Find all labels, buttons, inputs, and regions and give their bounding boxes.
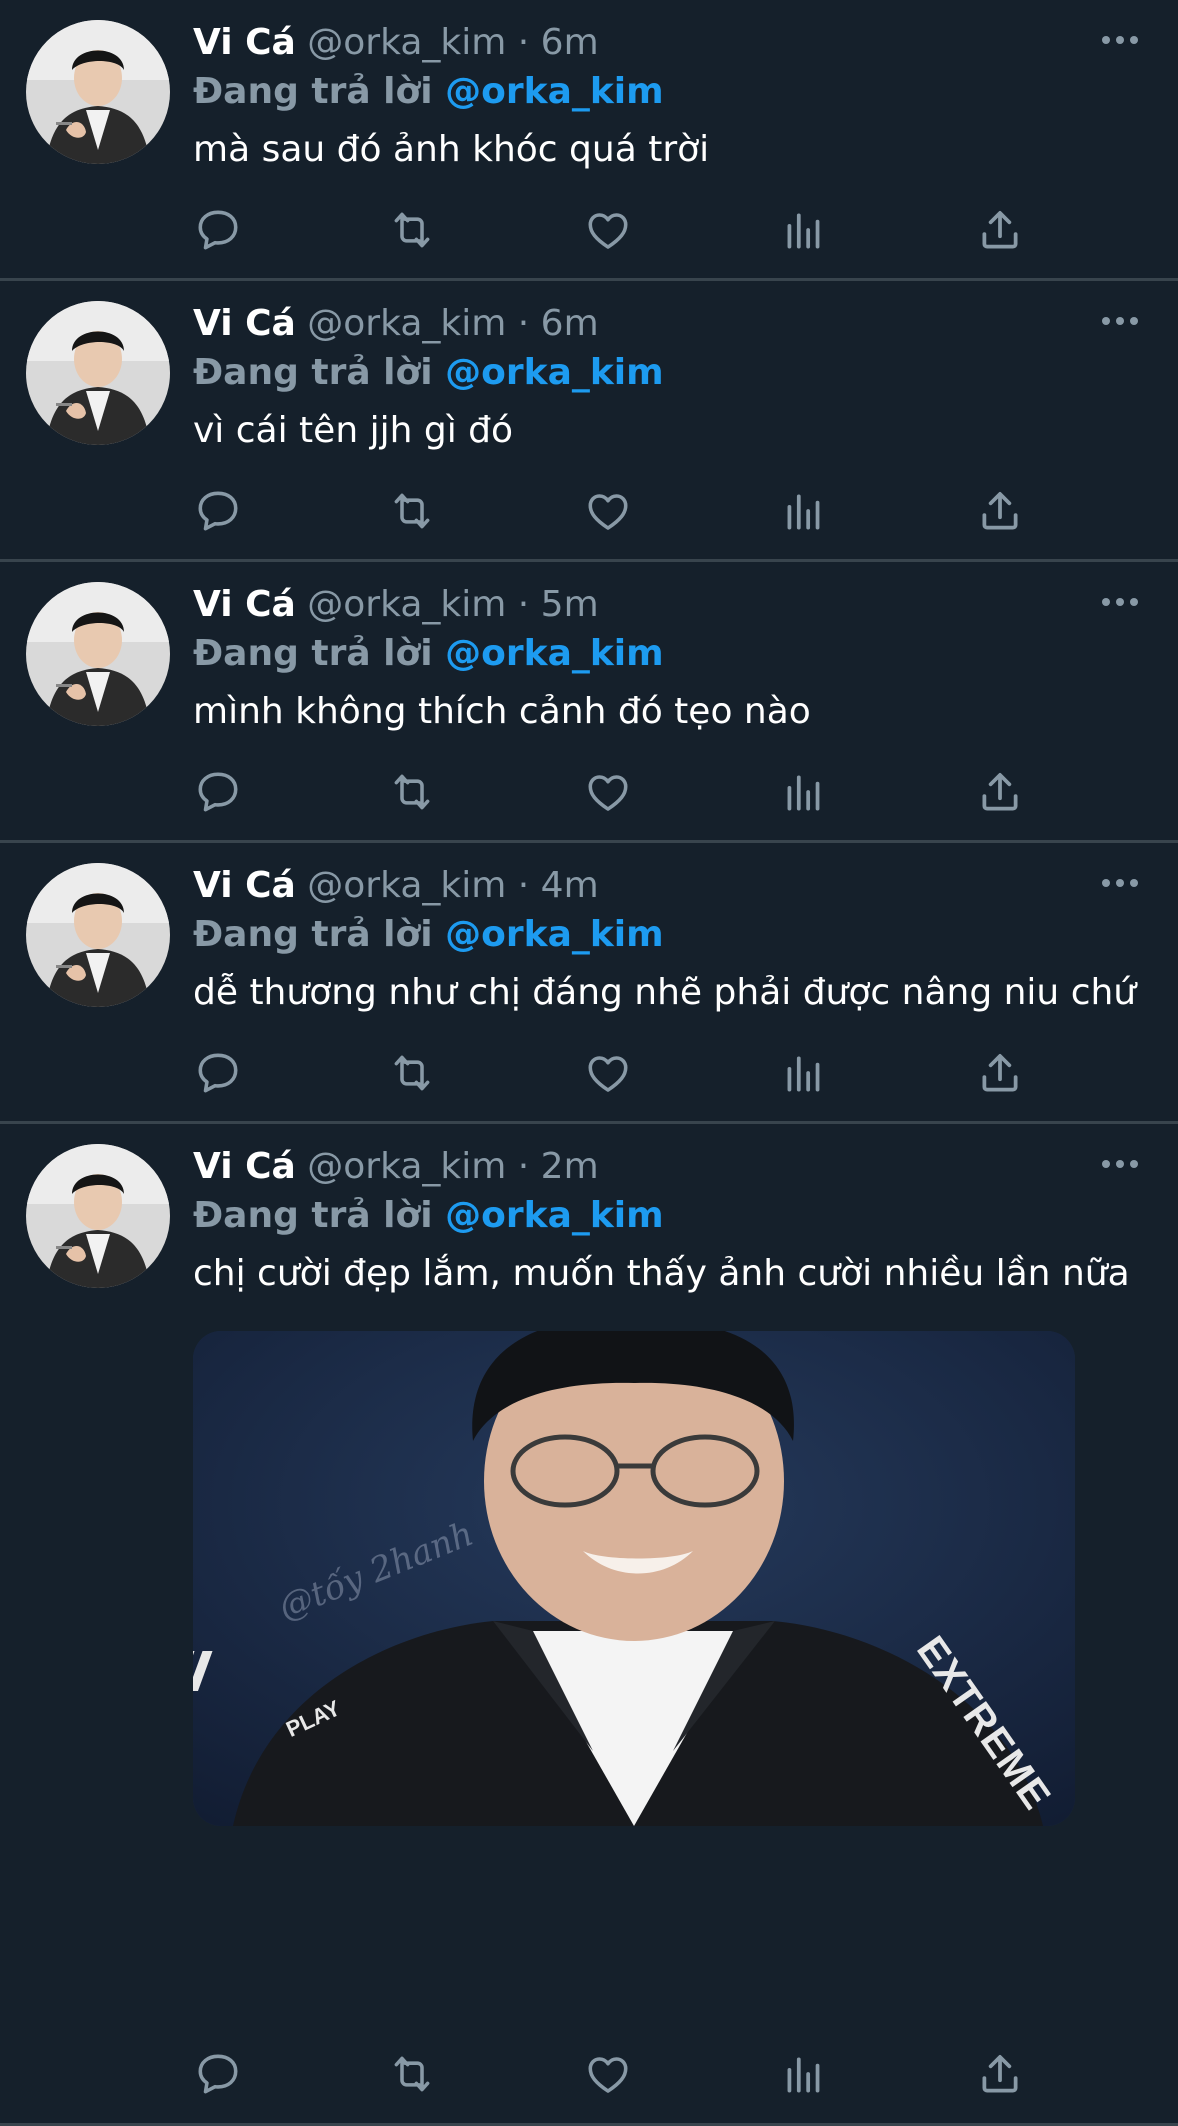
tweet-text: chị cười đẹp lắm, muốn thấy ảnh cười nhi… <box>193 1253 1130 1294</box>
tweet-content: Vi Cá @orka_kim · 6m Đang trả lời @orka_… <box>193 18 1138 176</box>
display-name[interactable]: Vi Cá <box>193 303 296 344</box>
reply-mention[interactable]: @orka_kim <box>445 1195 664 1236</box>
more-options-icon[interactable] <box>1100 311 1140 331</box>
handle[interactable]: @orka_kim <box>307 303 506 344</box>
like-icon[interactable] <box>583 767 633 817</box>
display-name[interactable]: Vi Cá <box>193 1146 296 1187</box>
reply-context: Đang trả lời @orka_kim <box>193 630 1138 678</box>
tweet-content: Vi Cá @orka_kim · 6m Đang trả lời @orka_… <box>193 299 1138 457</box>
reply-icon[interactable] <box>193 2049 243 2099</box>
timestamp[interactable]: 4m <box>541 865 599 906</box>
reply-prefix: Đang trả lời <box>193 1195 433 1236</box>
reply-icon[interactable] <box>193 205 243 255</box>
tweet[interactable]: Vi Cá @orka_kim · 4m Đang trả lời @orka_… <box>0 843 1178 1124</box>
tweet-header: Vi Cá @orka_kim · 6m <box>193 18 1138 68</box>
separator: · <box>517 865 530 906</box>
reply-mention[interactable]: @orka_kim <box>445 633 664 674</box>
tweet-content: Vi Cá @orka_kim · 4m Đang trả lời @orka_… <box>193 861 1138 1019</box>
like-icon[interactable] <box>583 2049 633 2099</box>
display-name[interactable]: Vi Cá <box>193 584 296 625</box>
share-icon[interactable] <box>975 1048 1025 1098</box>
retweet-icon[interactable] <box>387 486 437 536</box>
separator: · <box>517 303 530 344</box>
analytics-icon[interactable] <box>779 486 829 536</box>
tweet-actions <box>193 1048 1053 1098</box>
tweet-text: mà sau đó ảnh khóc quá trời <box>193 129 710 170</box>
reply-mention[interactable]: @orka_kim <box>445 71 664 112</box>
reply-context: Đang trả lời @orka_kim <box>193 68 1138 116</box>
more-options-icon[interactable] <box>1100 1154 1140 1174</box>
tweet-actions <box>193 205 1053 255</box>
reply-context: Đang trả lời @orka_kim <box>193 1192 1138 1240</box>
handle[interactable]: @orka_kim <box>307 22 506 63</box>
tweet-media-photo[interactable]: @tốy 2hanh PLAY EXTREME <box>193 1331 1075 1826</box>
timestamp[interactable]: 5m <box>541 584 599 625</box>
separator: · <box>517 584 530 625</box>
reply-icon[interactable] <box>193 767 243 817</box>
share-icon[interactable] <box>975 205 1025 255</box>
tweet-text: mình không thích cảnh đó tẹo nào <box>193 691 811 732</box>
avatar[interactable] <box>26 20 170 164</box>
avatar[interactable] <box>26 582 170 726</box>
display-name[interactable]: Vi Cá <box>193 22 296 63</box>
tweet[interactable]: Vi Cá @orka_kim · 6m Đang trả lời @orka_… <box>0 0 1178 281</box>
tweet-header: Vi Cá @orka_kim · 5m <box>193 580 1138 630</box>
share-icon[interactable] <box>975 486 1025 536</box>
more-options-icon[interactable] <box>1100 592 1140 612</box>
reply-prefix: Đang trả lời <box>193 914 433 955</box>
avatar[interactable] <box>26 1144 170 1288</box>
tweet-actions <box>193 486 1053 536</box>
display-name[interactable]: Vi Cá <box>193 865 296 906</box>
separator: · <box>517 1146 530 1187</box>
reply-mention[interactable]: @orka_kim <box>445 352 664 393</box>
tweet-actions <box>193 767 1053 817</box>
retweet-icon[interactable] <box>387 767 437 817</box>
tweet-content: Vi Cá @orka_kim · 5m Đang trả lời @orka_… <box>193 580 1138 738</box>
reply-prefix: Đang trả lời <box>193 71 433 112</box>
like-icon[interactable] <box>583 205 633 255</box>
tweet-header: Vi Cá @orka_kim · 4m <box>193 861 1138 911</box>
analytics-icon[interactable] <box>779 1048 829 1098</box>
analytics-icon[interactable] <box>779 2049 829 2099</box>
tweet-header: Vi Cá @orka_kim · 2m <box>193 1142 1138 1192</box>
retweet-icon[interactable] <box>387 205 437 255</box>
share-icon[interactable] <box>975 767 1025 817</box>
separator: · <box>517 22 530 63</box>
tweet-text: dễ thương như chị đáng nhẽ phải được nân… <box>193 972 1137 1013</box>
tweet-header: Vi Cá @orka_kim · 6m <box>193 299 1138 349</box>
share-icon[interactable] <box>975 2049 1025 2099</box>
reply-context: Đang trả lời @orka_kim <box>193 349 1138 397</box>
tweet[interactable]: Vi Cá @orka_kim · 5m Đang trả lời @orka_… <box>0 562 1178 843</box>
timeline: Vi Cá @orka_kim · 6m Đang trả lời @orka_… <box>0 0 1178 2126</box>
avatar[interactable] <box>26 301 170 445</box>
reply-context: Đang trả lời @orka_kim <box>193 911 1138 959</box>
tweet-content: Vi Cá @orka_kim · 2m Đang trả lời @orka_… <box>193 1142 1138 1300</box>
reply-prefix: Đang trả lời <box>193 352 433 393</box>
retweet-icon[interactable] <box>387 2049 437 2099</box>
timestamp[interactable]: 6m <box>541 303 599 344</box>
more-options-icon[interactable] <box>1100 30 1140 50</box>
reply-mention[interactable]: @orka_kim <box>445 914 664 955</box>
like-icon[interactable] <box>583 486 633 536</box>
timestamp[interactable]: 6m <box>541 22 599 63</box>
handle[interactable]: @orka_kim <box>307 584 506 625</box>
analytics-icon[interactable] <box>779 205 829 255</box>
reply-prefix: Đang trả lời <box>193 633 433 674</box>
tweet-text: vì cái tên jjh gì đó <box>193 410 514 451</box>
tweet[interactable]: Vi Cá @orka_kim · 6m Đang trả lời @orka_… <box>0 281 1178 562</box>
more-options-icon[interactable] <box>1100 873 1140 893</box>
reply-icon[interactable] <box>193 486 243 536</box>
avatar[interactable] <box>26 863 170 1007</box>
handle[interactable]: @orka_kim <box>307 865 506 906</box>
reply-icon[interactable] <box>193 1048 243 1098</box>
retweet-icon[interactable] <box>387 1048 437 1098</box>
like-icon[interactable] <box>583 1048 633 1098</box>
analytics-icon[interactable] <box>779 767 829 817</box>
handle[interactable]: @orka_kim <box>307 1146 506 1187</box>
tweet-actions <box>193 2049 1053 2099</box>
timestamp[interactable]: 2m <box>541 1146 599 1187</box>
tweet[interactable]: Vi Cá @orka_kim · 2m Đang trả lời @orka_… <box>0 1124 1178 2126</box>
